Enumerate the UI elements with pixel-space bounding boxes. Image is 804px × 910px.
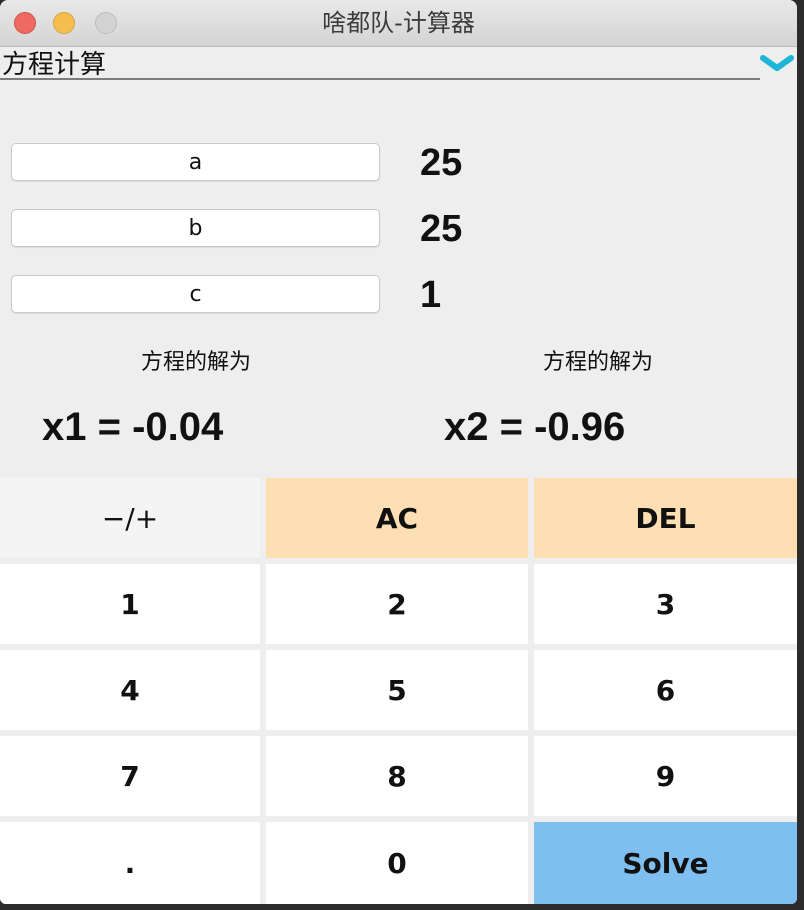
solution-2-value: x2 = -0.96 — [444, 405, 626, 449]
ac-button[interactable]: AC — [266, 478, 528, 558]
param-b-button[interactable]: b — [11, 209, 380, 247]
title-bar: 啥都队-计算器 — [0, 0, 797, 47]
decimal-point-button[interactable]: . — [0, 822, 260, 904]
del-button[interactable]: DEL — [534, 478, 797, 558]
digit-9-button[interactable]: 9 — [534, 736, 797, 816]
param-c-button[interactable]: c — [11, 275, 380, 313]
mode-selector[interactable]: 方程计算 — [0, 46, 760, 80]
chevron-down-icon[interactable] — [758, 52, 796, 76]
digit-0-button[interactable]: 0 — [266, 822, 528, 904]
digit-5-button[interactable]: 5 — [266, 650, 528, 730]
solution-1-value: x1 = -0.04 — [42, 405, 224, 449]
param-a-button[interactable]: a — [11, 143, 380, 181]
window-title: 啥都队-计算器 — [322, 9, 475, 37]
desktop-background-right — [797, 0, 804, 910]
digit-6-button[interactable]: 6 — [534, 650, 797, 730]
param-c-value: 1 — [420, 274, 442, 316]
digit-8-button[interactable]: 8 — [266, 736, 528, 816]
digit-7-button[interactable]: 7 — [0, 736, 260, 816]
digit-1-button[interactable]: 1 — [0, 564, 260, 644]
sign-toggle-button[interactable]: −/+ — [0, 478, 260, 558]
param-b-value: 25 — [420, 208, 463, 250]
desktop-background-bottom — [0, 904, 804, 910]
param-a-value: 25 — [420, 142, 463, 184]
digit-4-button[interactable]: 4 — [0, 650, 260, 730]
solution-1-label: 方程的解为 — [140, 350, 251, 375]
solve-button[interactable]: Solve — [534, 822, 797, 904]
solution-2-label: 方程的解为 — [542, 350, 653, 375]
mode-selector-value: 方程计算 — [2, 50, 107, 80]
digit-2-button[interactable]: 2 — [266, 564, 528, 644]
digit-3-button[interactable]: 3 — [534, 564, 797, 644]
calculator-window: 啥都队-计算器 方程计算 a 25 b 25 c 1 方程的解为 x1 = -0… — [0, 0, 797, 904]
